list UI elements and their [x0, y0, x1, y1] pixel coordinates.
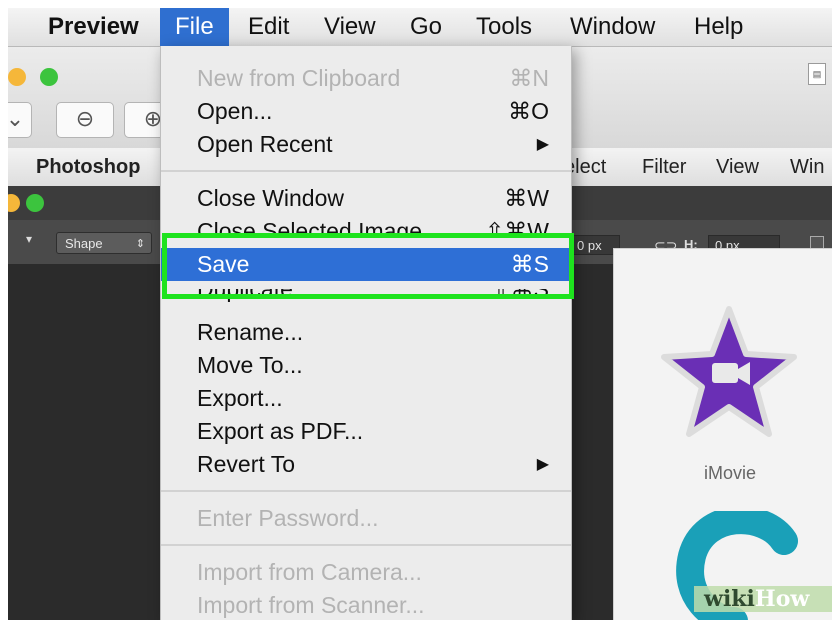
menu-separator: [161, 544, 571, 546]
menu-item-export-as-pdf[interactable]: Export as PDF...: [161, 415, 571, 448]
submenu-arrow-icon: ▶: [536, 456, 549, 473]
shape-mode-label: Shape: [65, 236, 103, 251]
menu-item-enter-password: Enter Password...: [161, 502, 571, 535]
photoshop-menu-window[interactable]: Win: [790, 148, 824, 186]
shape-mode-dropdown[interactable]: Shape ⇕: [56, 232, 152, 254]
menu-item-revert-to[interactable]: Revert To ▶: [161, 448, 571, 481]
menu-go[interactable]: Go: [410, 8, 442, 46]
photoshop-minimize-button[interactable]: [8, 194, 20, 212]
menu-item-move-to[interactable]: Move To...: [161, 349, 571, 382]
width-value: 0 px: [577, 238, 602, 253]
photoshop-zoom-button[interactable]: [26, 194, 44, 212]
menu-item-rename[interactable]: Rename...: [161, 316, 571, 349]
menu-item-export[interactable]: Export...: [161, 382, 571, 415]
shortcut-label: ⇧⌘W: [485, 218, 549, 233]
menu-item-label: Move To...: [197, 352, 303, 378]
zoom-window-button[interactable]: [40, 68, 58, 86]
save-highlight-annotation: [162, 233, 574, 299]
menu-item-label: Enter Password...: [197, 505, 379, 531]
menu-item-open-recent[interactable]: Open Recent ▶: [161, 128, 571, 161]
app-menu-preview[interactable]: Preview: [48, 8, 139, 46]
chevron-down-icon: ⌄: [8, 106, 25, 131]
submenu-arrow-icon: ▶: [536, 136, 549, 153]
menu-view[interactable]: View: [324, 8, 376, 46]
zoom-out-button[interactable]: ⊖: [56, 102, 114, 138]
menu-separator: [161, 490, 571, 492]
menu-item-label: Open...: [197, 98, 273, 124]
watermark-part-1: wiki: [704, 586, 755, 612]
menu-tools[interactable]: Tools: [476, 8, 532, 46]
menu-item-label: Export...: [197, 385, 283, 411]
menu-item-label: Export as PDF...: [197, 418, 364, 444]
menu-item-import-from-scanner: Import from Scanner...: [161, 589, 571, 620]
shortcut-label: ⌘N: [509, 65, 549, 91]
menu-item-close-selected-image[interactable]: Close Selected Image ⇧⌘W: [161, 215, 571, 233]
menu-window[interactable]: Window: [570, 8, 655, 46]
menu-item-label: Import from Camera...: [197, 559, 422, 585]
menu-item-open[interactable]: Open... ⌘O: [161, 95, 571, 128]
minimize-window-button[interactable]: [8, 68, 26, 86]
menu-edit[interactable]: Edit: [248, 8, 289, 46]
menu-item-label: Rename...: [197, 319, 304, 345]
photoshop-menu-filter[interactable]: Filter: [642, 148, 686, 186]
menu-file[interactable]: File: [160, 8, 229, 46]
menu-item-import-from-camera: Import from Camera...: [161, 556, 571, 589]
menu-help[interactable]: Help: [694, 8, 743, 46]
menu-item-close-window[interactable]: Close Window ⌘W: [161, 182, 571, 215]
photoshop-app-menu[interactable]: Photoshop: [36, 148, 140, 186]
menu-item-label: Import from Scanner...: [197, 592, 425, 618]
menu-bar: Preview File Edit View Go Tools Window H…: [8, 8, 832, 47]
stepper-arrows-icon: ⇕: [135, 238, 145, 250]
menu-item-label: New from Clipboard: [197, 65, 401, 91]
menu-item-label: Close Selected Image: [197, 218, 423, 233]
menu-item-new-from-clipboard: New from Clipboard ⌘N: [161, 62, 571, 95]
applications-panel: iMovie: [613, 248, 832, 620]
tool-preset-chevron-icon[interactable]: ▾: [26, 232, 32, 246]
menu-item-label: Close Window: [197, 185, 344, 211]
shortcut-label: ⌘W: [504, 185, 549, 211]
file-menu-dropdown: New from Clipboard ⌘N Open... ⌘O Open Re…: [160, 46, 572, 620]
imovie-star-icon[interactable]: [654, 299, 804, 449]
wikihow-watermark: wikiHow: [694, 586, 832, 612]
imovie-label: iMovie: [704, 463, 757, 483]
photoshop-menu-view[interactable]: View: [716, 148, 759, 186]
screenshot-frame: ⌄ ⊖ ⊕ ▤ Photoshop elect Filter View Win …: [8, 8, 832, 620]
menu-item-label: Revert To: [197, 451, 296, 477]
shortcut-label: ⌘O: [508, 98, 549, 124]
document-icon: ▤: [808, 63, 826, 85]
watermark-part-2: How: [754, 586, 810, 612]
zoom-out-icon: ⊖: [75, 106, 95, 131]
menu-separator: [161, 170, 571, 172]
menu-item-label: Open Recent: [197, 131, 333, 157]
sidebar-toggle-button[interactable]: ⌄: [8, 102, 32, 138]
